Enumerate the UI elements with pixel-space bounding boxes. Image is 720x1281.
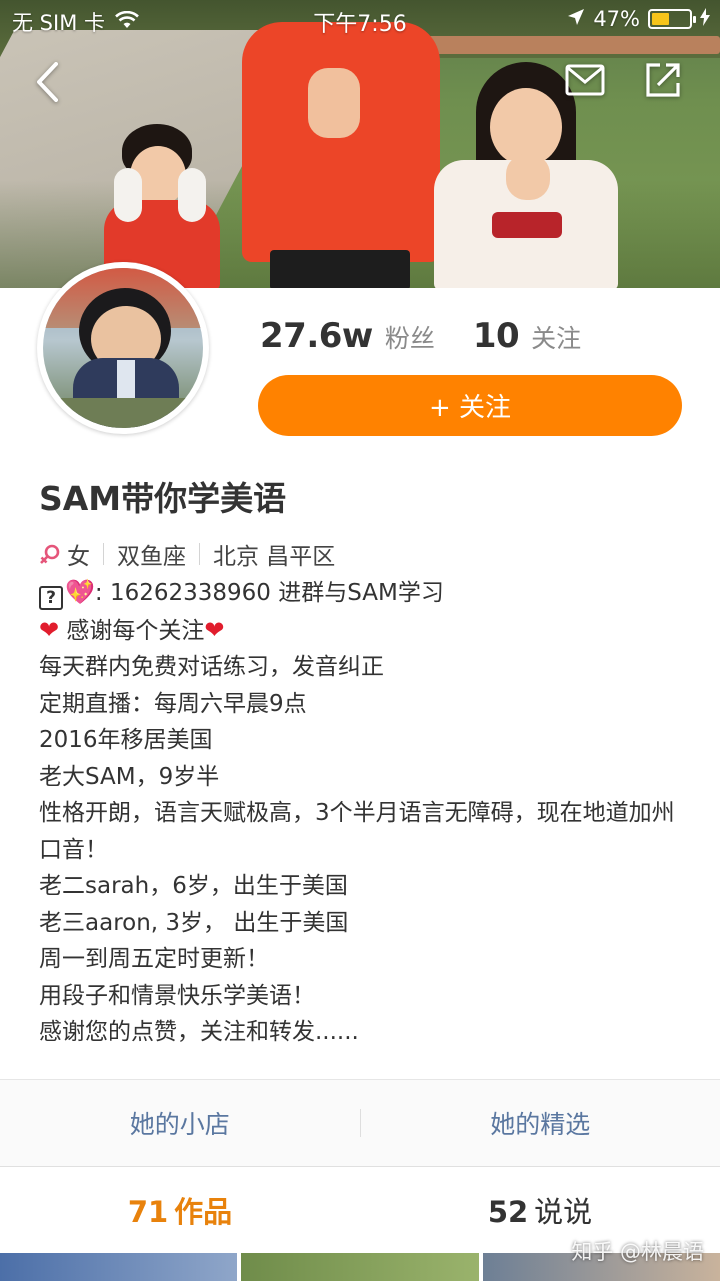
battery-level bbox=[652, 13, 669, 25]
share-icon bbox=[646, 63, 680, 97]
profile-meta: 女 双鱼座 北京 昌平区 bbox=[39, 537, 335, 571]
bio-line: 性格开朗，语言天赋极高，3个半月语言无障碍，现在地道加州口音！ bbox=[39, 800, 675, 863]
shop-links: 她的小店 她的精选 bbox=[0, 1080, 720, 1166]
share-button[interactable] bbox=[641, 58, 685, 102]
work-thumbnail[interactable] bbox=[241, 1253, 479, 1281]
posts-label: 说说 bbox=[534, 1195, 593, 1229]
location-label: 北京 昌平区 bbox=[213, 544, 336, 570]
following-label[interactable]: 关注 bbox=[531, 319, 581, 355]
tab-works[interactable]: 71 作品 bbox=[0, 1189, 360, 1231]
posts-count: 52 bbox=[487, 1195, 529, 1229]
tab-posts[interactable]: 52 说说 bbox=[360, 1189, 720, 1231]
fans-count[interactable]: 27.6w bbox=[260, 316, 373, 356]
her-shop-link[interactable]: 她的小店 bbox=[0, 1105, 360, 1141]
fans-label[interactable]: 粉丝 bbox=[385, 319, 435, 355]
bio-line: 2016年移居美国 bbox=[39, 727, 213, 753]
bio-line: 周一到周五定时更新！ bbox=[39, 946, 269, 972]
status-bar: 无 SIM 卡 下午7:56 47% bbox=[0, 0, 720, 40]
red-heart-icon: ❤ bbox=[204, 615, 225, 644]
works-label: 作品 bbox=[174, 1195, 233, 1229]
bio-line: 定期直播：每周六早晨9点 bbox=[39, 690, 307, 717]
cover-photo: 无 SIM 卡 下午7:56 47% bbox=[0, 0, 720, 288]
zodiac-label: 双鱼座 bbox=[117, 544, 186, 570]
message-button[interactable] bbox=[563, 58, 607, 102]
question-box-icon: ? bbox=[39, 586, 63, 610]
bio-line: ❤ 感谢每个关注❤ bbox=[39, 615, 225, 644]
adult-figure-middle bbox=[232, 0, 447, 288]
battery-icon bbox=[648, 9, 696, 29]
bio-line: 感谢您的点赞，关注和转发...... bbox=[39, 1019, 359, 1045]
bio-line: 老二sarah，6岁，出生于美国 bbox=[39, 873, 348, 899]
profile-stats: 27.6w 粉丝 10 关注 bbox=[260, 316, 607, 356]
bio-line: 用段子和情景快乐学美语！ bbox=[39, 982, 315, 1009]
divider bbox=[199, 543, 200, 565]
avatar[interactable] bbox=[37, 262, 209, 434]
location-arrow-icon bbox=[567, 7, 585, 31]
gender-label: 女 bbox=[67, 544, 90, 570]
red-heart-icon: ❤ bbox=[39, 615, 60, 644]
avatar-photo bbox=[43, 268, 203, 428]
female-icon bbox=[39, 543, 61, 565]
works-count: 71 bbox=[127, 1195, 169, 1229]
follow-button[interactable]: + 关注 bbox=[258, 375, 682, 436]
divider bbox=[103, 543, 104, 565]
work-thumbnail[interactable] bbox=[0, 1253, 238, 1281]
profile-bio: ? 💖: 16262338960 进群与SAM学习 ❤ 感谢每个关注❤ 每天群内免… bbox=[39, 574, 684, 1051]
sparkling-heart-icon: 💖 bbox=[65, 578, 95, 606]
chevron-left-icon bbox=[37, 62, 58, 102]
back-button[interactable] bbox=[26, 60, 70, 104]
watermark: 知乎 @林晨语 bbox=[571, 1240, 704, 1264]
bio-line: 老大SAM，9岁半 bbox=[39, 763, 220, 790]
bio-line: 老三aaron, 3岁， 出生于美国 bbox=[39, 909, 349, 936]
charging-bolt-icon bbox=[700, 7, 710, 31]
bio-line: ? 💖: 16262338960 进群与SAM学习 bbox=[39, 574, 684, 612]
her-picks-link[interactable]: 她的精选 bbox=[361, 1105, 720, 1141]
bio-line: 每天群内免费对话练习，发音纠正 bbox=[39, 654, 384, 680]
battery-percent: 47% bbox=[593, 7, 640, 31]
following-count[interactable]: 10 bbox=[473, 316, 520, 356]
nickname: SAM带你学美语 bbox=[39, 479, 287, 518]
envelope-icon bbox=[565, 64, 605, 96]
